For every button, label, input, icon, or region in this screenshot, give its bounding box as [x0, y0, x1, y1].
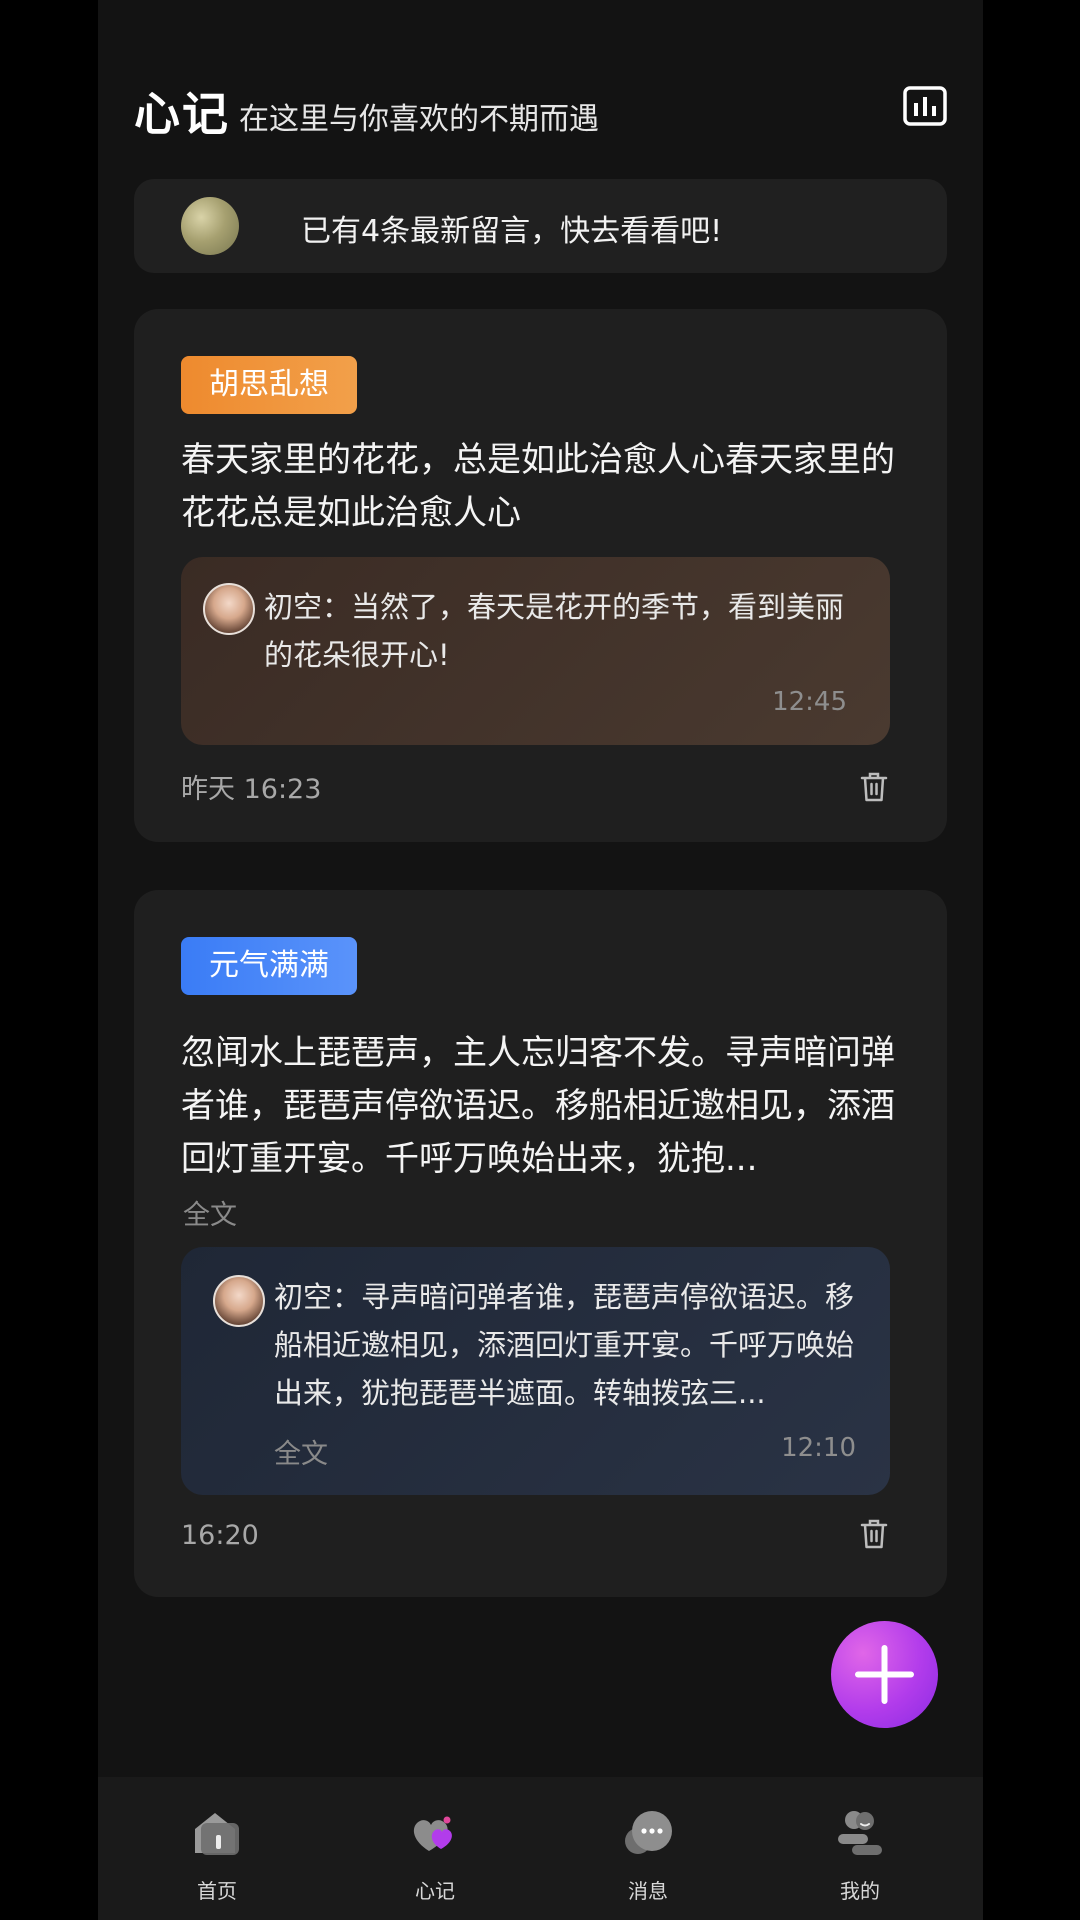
header: 心记 在这里与你喜欢的不期而遇 — [134, 76, 947, 146]
nav-item-home[interactable]: 首页 — [117, 1777, 317, 1920]
heart-note-icon — [413, 1816, 452, 1851]
bottom-nav: 首页 心记 消息 我的 — [98, 1777, 983, 1920]
reply-text: 初空：寻声暗问弹者谁，琵琶声停欲语迟。移船相近邀相见，添酒回灯重开宴。千呼万唤始… — [274, 1280, 855, 1410]
category-tag: 元气满满 — [181, 937, 357, 995]
nav-item-xinji[interactable]: 心记 — [335, 1777, 535, 1920]
nav-label: 心记 — [415, 1879, 455, 1903]
reply-time: 12:45 — [772, 687, 847, 717]
note-time: 16:20 — [181, 1520, 259, 1551]
plus-icon — [855, 1645, 914, 1704]
reply-text: 初空：当然了，春天是花开的季节，看到美丽的花朵很开心! — [264, 590, 845, 672]
page-title: 心记 — [134, 87, 230, 141]
profile-icon — [838, 1811, 882, 1855]
reply-time: 12:10 — [781, 1433, 856, 1463]
notice-text: 已有4条最新留言，快去看看吧! — [301, 214, 723, 249]
note-time: 昨天 16:23 — [181, 774, 322, 805]
reply-box[interactable]: 初空：寻声暗问弹者谁，琵琶声停欲语迟。移船相近邀相见，添酒回灯重开宴。千呼万唤始… — [181, 1247, 890, 1495]
page-subtitle: 在这里与你喜欢的不期而遇 — [239, 102, 599, 137]
nav-label: 首页 — [197, 1879, 237, 1903]
new-messages-notice[interactable]: 已有4条最新留言，快去看看吧! — [134, 179, 947, 273]
note-text: 春天家里的花花，总是如此治愈人心春天家里的花花总是如此治愈人心 — [181, 440, 895, 533]
message-icon — [625, 1811, 672, 1854]
note-card[interactable]: 胡思乱想 春天家里的花花，总是如此治愈人心春天家里的花花总是如此治愈人心 初空：… — [134, 309, 947, 842]
expand-full-text-link[interactable]: 全文 — [183, 1193, 237, 1232]
note-card[interactable]: 元气满满 忽闻水上琵琶声，主人忘归客不发。寻声暗问弹者谁，琵琶声停欲语迟。移船相… — [134, 890, 947, 1597]
avatar — [213, 1275, 265, 1327]
bar-chart-icon[interactable] — [903, 86, 947, 126]
nav-label: 消息 — [628, 1879, 668, 1903]
trash-icon[interactable] — [859, 771, 889, 803]
add-note-button[interactable] — [831, 1621, 938, 1728]
avatar — [203, 583, 255, 635]
home-icon — [195, 1813, 239, 1855]
nav-label: 我的 — [840, 1879, 880, 1903]
app-screen: 心记 在这里与你喜欢的不期而遇 已有4条最新留言，快去看看吧! 胡思乱想 春天家… — [98, 0, 983, 1920]
trash-icon[interactable] — [859, 1518, 889, 1550]
reply-box[interactable]: 初空：当然了，春天是花开的季节，看到美丽的花朵很开心! 12:45 — [181, 557, 890, 745]
nav-item-profile[interactable]: 我的 — [760, 1777, 960, 1920]
category-tag: 胡思乱想 — [181, 356, 357, 414]
note-text: 忽闻水上琵琶声，主人忘归客不发。寻声暗问弹者谁，琵琶声停欲语迟。移船相近邀相见，… — [181, 1033, 895, 1179]
nav-item-messages[interactable]: 消息 — [548, 1777, 748, 1920]
avatar — [181, 197, 239, 255]
expand-reply-full-text-link[interactable]: 全文 — [274, 1432, 328, 1471]
